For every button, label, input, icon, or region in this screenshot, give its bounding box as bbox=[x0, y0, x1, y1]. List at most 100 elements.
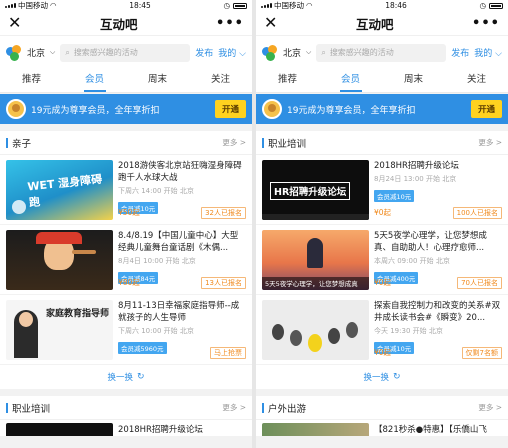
tab-recommend[interactable]: 推荐 bbox=[256, 69, 319, 92]
status-badge: 100人已报名 bbox=[452, 207, 502, 219]
carrier-label: 中国移动 bbox=[274, 1, 304, 10]
category-tabs: 推荐 会员 周末 关注 bbox=[256, 69, 508, 93]
section-title: 亲子 bbox=[6, 136, 31, 150]
list-item[interactable]: WET 湿身障碍跑 2018游侠客北京站狂嗨湿身障碍跑千人水球大战 下周六 14… bbox=[0, 155, 252, 225]
search-icon: ⌕ bbox=[65, 47, 70, 57]
close-icon[interactable]: ✕ bbox=[8, 15, 21, 31]
more-link[interactable]: 更多 > bbox=[222, 402, 246, 413]
close-icon[interactable]: ✕ bbox=[264, 15, 277, 31]
wifi-icon: ◠ bbox=[306, 1, 313, 10]
list-item[interactable]: 5天5夜学心理学，让您梦想成真 5天5夜学心理学，让您梦想成真、自助助人！心理疗… bbox=[256, 225, 508, 295]
list-item[interactable]: 8.4/8.19【中国儿童中心】大型经典儿童舞台童话剧《木偶... 8月4日 1… bbox=[0, 225, 252, 295]
signal-icon bbox=[5, 3, 16, 8]
battery-icon bbox=[489, 2, 503, 9]
item-title: 探索自我控制力和改变的关系#双井成长读书会#《瞬变》20... bbox=[374, 301, 501, 323]
chevron-down-icon[interactable]: ⌵ bbox=[306, 48, 311, 57]
list-item[interactable]: HR招聘升级论坛 2018HR招聘升级论坛 8月24日 13:00 开始 北京 … bbox=[256, 155, 508, 225]
more-menu-icon[interactable]: ••• bbox=[216, 17, 244, 30]
item-meta: 8月24日 13:00 开始 北京 bbox=[374, 175, 457, 183]
item-price: ¥80起 bbox=[118, 278, 140, 287]
section-career-training: 职业培训 更多 > 2018HR招聘升级论坛 bbox=[0, 396, 252, 436]
section-title: 职业培训 bbox=[262, 136, 306, 150]
refresh-icon: ↻ bbox=[392, 372, 401, 382]
refresh-button[interactable]: 换一换 ↻ bbox=[0, 365, 252, 389]
section-header: 亲子 更多 > bbox=[0, 131, 252, 155]
chevron-down-icon: ⌵ bbox=[239, 49, 246, 59]
vip-banner[interactable]: 19元成为尊享会员，全年享折扣 开通 bbox=[256, 94, 508, 124]
more-menu-icon[interactable]: ••• bbox=[472, 17, 500, 30]
app-logo-icon bbox=[6, 44, 22, 61]
tab-member[interactable]: 会员 bbox=[319, 69, 382, 92]
refresh-button[interactable]: 换一换 ↻ bbox=[256, 365, 508, 389]
list-item[interactable]: 2018HR招聘升级论坛 bbox=[0, 420, 252, 436]
status-bar: 中国移动 ◠ 18:46 ◷ bbox=[256, 0, 508, 11]
alarm-icon: ◷ bbox=[479, 1, 486, 10]
tab-recommend[interactable]: 推荐 bbox=[0, 69, 63, 92]
category-tabs: 推荐 会员 周末 关注 bbox=[0, 69, 252, 93]
item-price: ¥0起 bbox=[374, 348, 392, 357]
section-parent-child: 亲子 更多 > WET 湿身障碍跑 2018游侠客北京站狂嗨湿身障碍跑千人水球大… bbox=[0, 131, 252, 389]
item-title: 2018HR招聘升级论坛 bbox=[374, 161, 459, 171]
wifi-icon: ◠ bbox=[50, 1, 57, 10]
list-item[interactable]: 探索自我控制力和改变的关系#双井成长读书会#《瞬变》20... 今天 19:30… bbox=[256, 295, 508, 365]
member-discount-badge: 会员减10元 bbox=[374, 190, 415, 202]
item-title: 8.4/8.19【中国儿童中心】大型经典儿童舞台童话剧《木偶... bbox=[118, 231, 239, 253]
item-title: 2018游侠客北京站狂嗨湿身障碍跑千人水球大战 bbox=[118, 161, 242, 183]
city-selector[interactable]: 北京 bbox=[27, 46, 45, 59]
item-meta: 今天 19:30 开始 北京 bbox=[374, 327, 443, 335]
publish-button[interactable]: 发布 bbox=[195, 46, 213, 59]
item-price: ¥0起 bbox=[374, 208, 392, 217]
chevron-down-icon[interactable]: ⌵ bbox=[50, 48, 55, 57]
tab-member[interactable]: 会员 bbox=[63, 69, 126, 92]
signal-icon bbox=[261, 3, 272, 8]
alarm-icon: ◷ bbox=[223, 1, 230, 10]
search-input[interactable]: ⌕ 搜索感兴趣的活动 bbox=[316, 43, 447, 62]
mine-menu-button[interactable]: 我的 ⌵ bbox=[474, 46, 502, 59]
list-item[interactable]: 【821秒杀●特惠】【乐僑山飞 bbox=[256, 420, 508, 436]
section-header: 户外出游 更多 > bbox=[256, 396, 508, 420]
refresh-icon: ↻ bbox=[136, 372, 145, 382]
nav-bar: ✕ 互动吧 ••• bbox=[256, 11, 508, 35]
status-time: 18:45 bbox=[129, 1, 151, 10]
item-meta: 8月4日 10:00 开始 北京 bbox=[118, 257, 196, 265]
mine-menu-button[interactable]: 我的 ⌵ bbox=[218, 46, 246, 59]
status-badge: 70人已报名 bbox=[457, 277, 502, 289]
search-placeholder: 搜索感兴趣的活动 bbox=[329, 48, 394, 57]
battery-icon bbox=[233, 2, 247, 9]
status-badge: 13人已报名 bbox=[201, 277, 246, 289]
tab-weekend[interactable]: 周末 bbox=[126, 69, 189, 92]
tab-weekend[interactable]: 周末 bbox=[382, 69, 445, 92]
vip-banner[interactable]: 19元成为尊享会员，全年享折扣 开通 bbox=[0, 94, 252, 124]
item-meta: 下周六 10:00 开始 北京 bbox=[118, 327, 194, 335]
tab-follow[interactable]: 关注 bbox=[189, 69, 252, 92]
more-link[interactable]: 更多 > bbox=[478, 402, 502, 413]
avatar bbox=[6, 99, 26, 119]
item-title: 【821秒杀●特惠】【乐僑山飞 bbox=[374, 425, 487, 435]
open-vip-button[interactable]: 开通 bbox=[470, 100, 502, 118]
member-discount-badge: 会员减5960元 bbox=[118, 342, 167, 354]
section-title: 户外出游 bbox=[262, 401, 306, 415]
item-title: 8月11-13日幸福家庭指导师--成就孩子的人生导师 bbox=[118, 301, 240, 323]
search-input[interactable]: ⌕ 搜索感兴趣的活动 bbox=[60, 43, 191, 62]
list-item[interactable]: 家庭教育指导师 8月11-13日幸福家庭指导师--成就孩子的人生导师 下周六 1… bbox=[0, 295, 252, 365]
more-link[interactable]: 更多 > bbox=[222, 137, 246, 148]
search-row: 北京 ⌵ ⌕ 搜索感兴趣的活动 发布 我的 ⌵ bbox=[256, 35, 508, 69]
search-placeholder: 搜索感兴趣的活动 bbox=[73, 48, 138, 57]
more-link[interactable]: 更多 > bbox=[478, 137, 502, 148]
status-badge[interactable]: 马上抢票 bbox=[210, 347, 246, 359]
vip-banner-text: 19元成为尊享会员，全年享折扣 bbox=[31, 105, 160, 116]
search-icon: ⌕ bbox=[321, 47, 326, 57]
open-vip-button[interactable]: 开通 bbox=[214, 100, 246, 118]
nav-bar: ✕ 互动吧 ••• bbox=[0, 11, 252, 35]
item-meta: 本周六 09:00 开始 北京 bbox=[374, 257, 450, 265]
tab-follow[interactable]: 关注 bbox=[445, 69, 508, 92]
publish-button[interactable]: 发布 bbox=[451, 46, 469, 59]
city-selector[interactable]: 北京 bbox=[283, 46, 301, 59]
section-header: 职业培训 更多 > bbox=[0, 396, 252, 420]
activity-image: HR招聘升级论坛 bbox=[262, 160, 369, 220]
status-bar: 中国移动 ◠ 18:45 ◷ bbox=[0, 0, 252, 11]
activity-image: WET 湿身障碍跑 bbox=[6, 160, 113, 220]
activity-image: 5天5夜学心理学，让您梦想成真 bbox=[262, 230, 369, 290]
vip-banner-text: 19元成为尊享会员，全年享折扣 bbox=[287, 105, 416, 116]
section-header: 职业培训 更多 > bbox=[256, 131, 508, 155]
